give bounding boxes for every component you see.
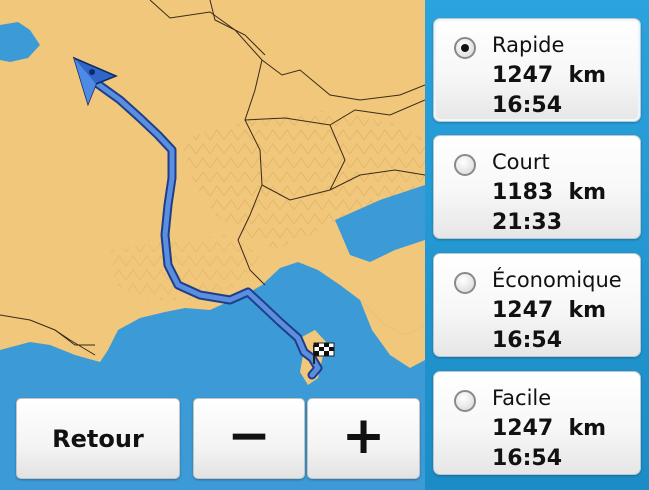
route-option-court[interactable]: Court 1183 km 21:33	[433, 135, 641, 239]
route-name: Rapide	[492, 33, 565, 57]
radio-button[interactable]	[454, 390, 476, 412]
route-name: Économique	[492, 268, 622, 292]
route-time: 16:54	[492, 328, 563, 353]
route-distance: 1183 km	[492, 180, 607, 205]
radio-button[interactable]	[454, 37, 476, 59]
radio-button[interactable]	[454, 272, 476, 294]
route-option-economique[interactable]: Économique 1247 km 16:54	[433, 253, 641, 357]
route-distance: 1247 km	[492, 298, 607, 323]
minus-icon: −	[227, 405, 271, 466]
radio-button[interactable]	[454, 154, 476, 176]
route-name: Court	[492, 150, 550, 174]
route-distance: 1247 km	[492, 63, 607, 88]
route-time: 21:33	[492, 210, 563, 235]
back-button[interactable]: Retour	[16, 398, 180, 479]
route-distance: 1247 km	[492, 416, 607, 441]
back-button-label: Retour	[52, 424, 144, 453]
route-option-facile[interactable]: Facile 1247 km 16:54	[433, 371, 641, 475]
route-options-panel: Rapide 1247 km 16:54 Court 1183 km 21:33…	[425, 0, 649, 490]
route-option-rapide[interactable]: Rapide 1247 km 16:54	[433, 18, 641, 122]
route-time: 16:54	[492, 446, 563, 471]
zoom-out-button[interactable]: −	[193, 398, 305, 479]
radio-selected-dot	[461, 44, 469, 52]
plus-icon: +	[341, 405, 386, 466]
route-time: 16:54	[492, 93, 563, 118]
route-map[interactable]: Retour − +	[0, 0, 425, 490]
route-name: Facile	[492, 386, 552, 410]
zoom-in-button[interactable]: +	[307, 398, 420, 479]
